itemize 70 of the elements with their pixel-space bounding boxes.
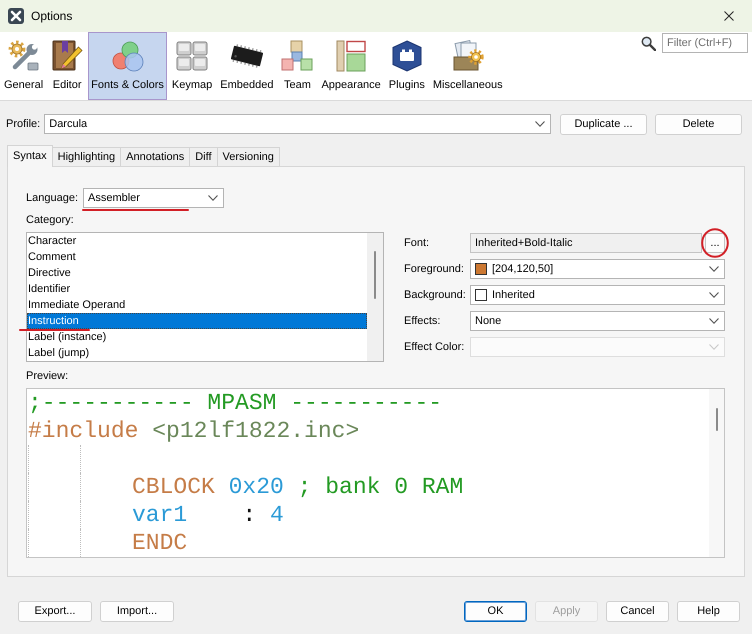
category-tab[interactable]: General (1, 32, 46, 100)
code-line: ;----------- MPASM ----------- (28, 389, 442, 417)
scrollbar[interactable] (709, 389, 724, 557)
category-tab[interactable]: Editor (48, 32, 86, 100)
field-label: Profile: (6, 116, 40, 132)
gear-wrench-icon (8, 40, 40, 72)
filter-field[interactable]: Filter (Ctrl+F) (662, 33, 748, 53)
dropdown[interactable]: None (470, 311, 725, 331)
category-tab[interactable]: Keymap (168, 32, 216, 100)
field-label: Foreground: (404, 262, 465, 277)
category-item[interactable]: Label (instance) (27, 329, 367, 345)
font-chooser-button[interactable]: ... (705, 233, 725, 253)
code-line: #include <p12lf1822.inc> (28, 417, 360, 445)
tab[interactable]: Syntax (7, 145, 53, 167)
category-item[interactable]: Label (jump) (27, 345, 367, 361)
category-item[interactable]: Immediate Operand (27, 297, 367, 313)
section-label: Preview: (26, 370, 68, 383)
layout-panels-icon (335, 40, 368, 72)
color-dropdown[interactable]: Inherited (470, 285, 725, 305)
scrollbar-thumb[interactable] (374, 251, 376, 299)
chevron-down-icon (709, 318, 719, 324)
duplicate-button[interactable]: Duplicate ... (560, 114, 647, 134)
chevron-down-icon (709, 292, 719, 298)
field-label: Font: (404, 236, 430, 251)
code-line: ENDC (132, 529, 188, 557)
chevron-down-icon (709, 266, 719, 272)
tab[interactable]: Versioning (216, 147, 280, 166)
delete-button[interactable]: Delete (655, 114, 742, 134)
folder-gear-icon (452, 40, 484, 72)
dialog-button[interactable]: Import... (100, 601, 174, 622)
cubes-icon (281, 40, 314, 72)
search-icon (641, 36, 656, 51)
category-item[interactable]: Instruction (27, 313, 367, 329)
color-dropdown[interactable]: [204,120,50] (470, 259, 725, 279)
category-tab[interactable]: Miscellaneous (430, 32, 506, 100)
font-field: Inherited+Bold-Italic (470, 233, 702, 253)
dialog-button[interactable]: OK (464, 601, 527, 622)
dialog-button[interactable]: Cancel (606, 601, 669, 622)
section-label: Category: (26, 214, 74, 227)
language-dropdown[interactable]: Assembler (83, 188, 224, 208)
code-line: CBLOCK 0x20 ; bank 0 RAM (132, 473, 464, 501)
profile-dropdown[interactable]: Darcula (44, 114, 551, 134)
chevron-down-icon (709, 344, 719, 350)
book-pencil-icon (51, 40, 84, 72)
category-item[interactable]: Comment (27, 249, 367, 265)
close-icon (724, 11, 734, 21)
category-item[interactable]: Character (27, 233, 367, 249)
field-label: Language: (26, 190, 78, 206)
keyboard-keys-icon (176, 40, 208, 72)
category-tab[interactable]: Plugins (386, 32, 428, 100)
code-line: var1 : 4 (132, 501, 284, 529)
field-label: Effect Color: (404, 340, 466, 355)
window-title: Options (31, 8, 72, 25)
dialog-button[interactable]: Help (677, 601, 740, 622)
category-tab[interactable]: Fonts & Colors (88, 32, 167, 100)
dialog-button[interactable]: Export... (18, 601, 92, 622)
x-logo-icon (8, 8, 24, 24)
category-item[interactable]: Identifier (27, 281, 367, 297)
field-label: Effects: (404, 314, 442, 329)
overlapping-circles-icon (112, 40, 144, 72)
scrollbar[interactable] (367, 233, 383, 361)
category-tab[interactable]: Appearance (318, 32, 384, 100)
chevron-down-icon (208, 195, 218, 201)
scrollbar-thumb[interactable] (716, 408, 718, 431)
category-tab[interactable]: Embedded (217, 32, 276, 100)
field-label: Background: (404, 288, 467, 303)
category-item[interactable]: Directive (27, 265, 367, 281)
hexagon-block-icon (390, 40, 423, 72)
category-tab[interactable]: Team (278, 32, 316, 100)
chevron-down-icon (535, 121, 545, 127)
